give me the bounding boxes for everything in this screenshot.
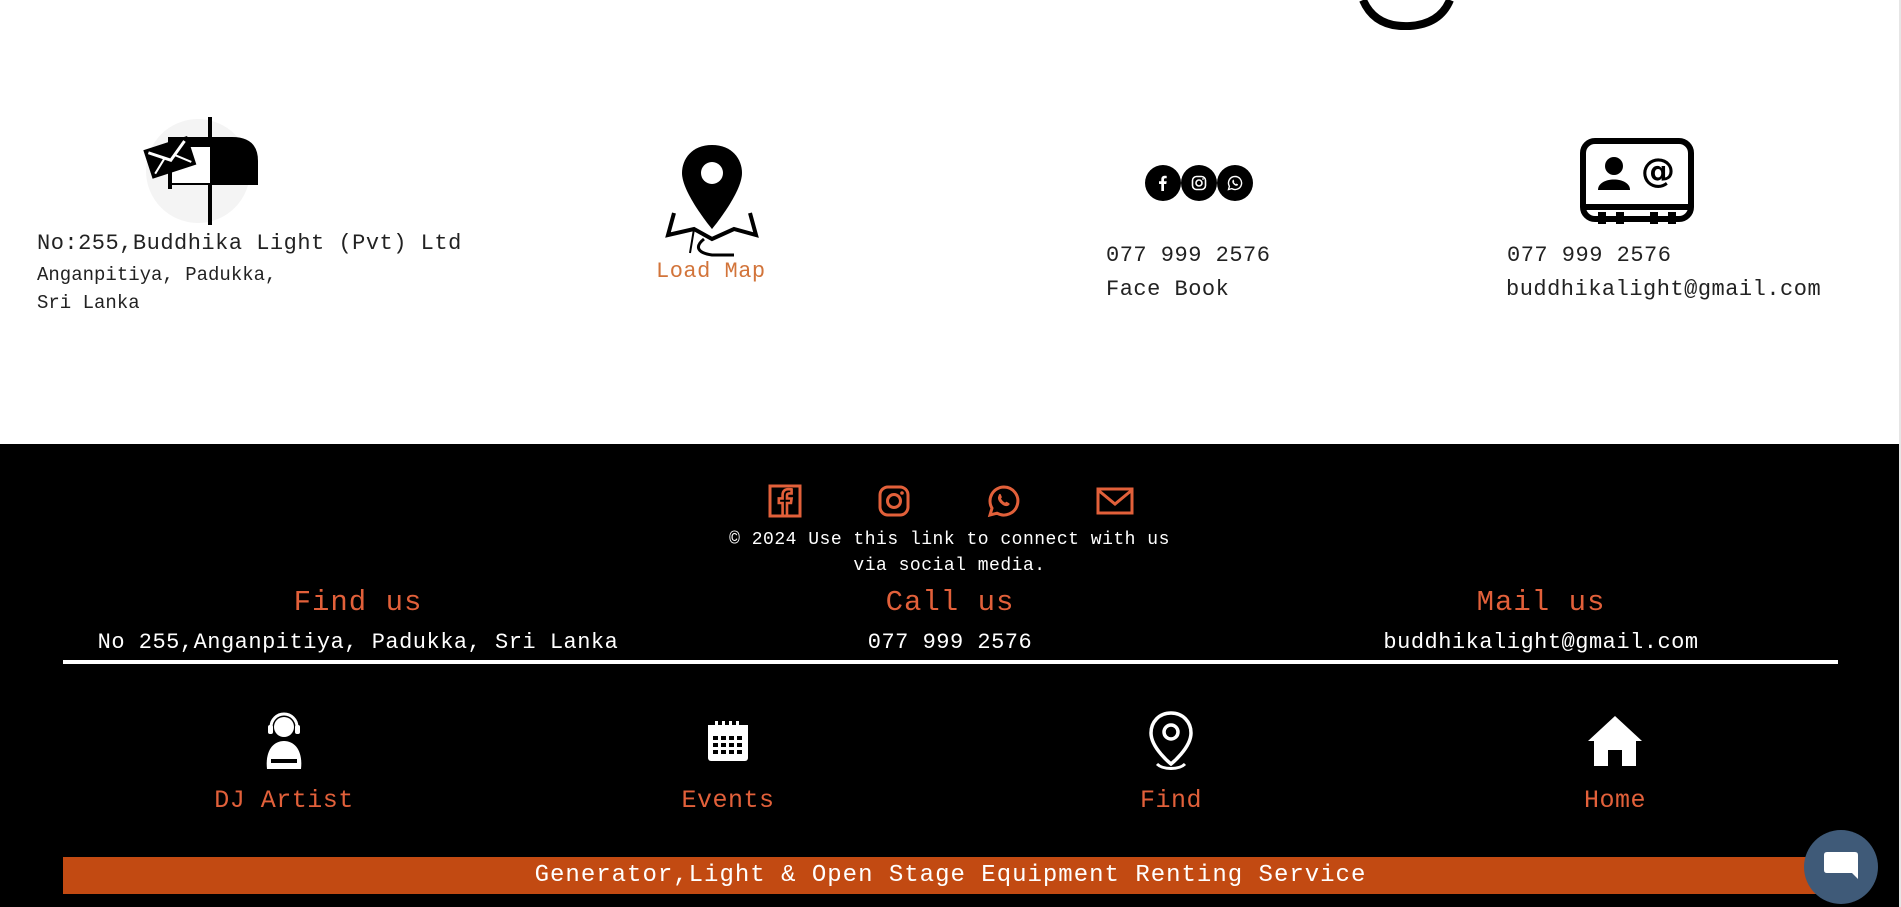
- chat-button[interactable]: [1804, 830, 1878, 904]
- call-us-phone[interactable]: 077 999 2576: [750, 630, 1150, 655]
- service-banner: Generator,Light & Open Stage Equipment R…: [63, 857, 1838, 894]
- copyright-text-line-2: via social media.: [853, 556, 1046, 576]
- whatsapp-icon[interactable]: [987, 484, 1021, 518]
- address-line-1: No:255,Buddhika Light (Pvt) Ltd: [37, 231, 462, 256]
- address-line-3: Sri Lanka: [37, 292, 140, 314]
- social-phone: 077 999 2576: [1106, 243, 1271, 268]
- partial-icon: [1359, 0, 1454, 30]
- contact-email[interactable]: buddhikalight@gmail.com: [1506, 277, 1821, 302]
- mailbox-icon: [143, 117, 258, 225]
- home-icon[interactable]: [1585, 710, 1645, 772]
- calendar-icon[interactable]: [698, 710, 758, 772]
- find-us-address: No 255,Anganpitiya, Padukka, Sri Lanka: [97, 630, 619, 655]
- nav-dj-artist[interactable]: DJ Artist: [184, 786, 384, 815]
- call-us-heading: Call us: [885, 586, 1015, 619]
- mail-us-email[interactable]: buddhikalight@gmail.com: [1291, 630, 1791, 655]
- svg-text:@: @: [1641, 151, 1675, 191]
- footer: [0, 444, 1899, 907]
- facebook-icon[interactable]: [1145, 165, 1181, 201]
- contact-card-icon: @: [1580, 138, 1694, 224]
- address-line-2: Anganpitiya, Padukka,: [37, 264, 277, 286]
- location-pin-icon[interactable]: [1141, 710, 1201, 772]
- chat-icon: [1824, 852, 1858, 879]
- nav-find[interactable]: Find: [1071, 786, 1271, 815]
- instagram-icon[interactable]: [877, 484, 911, 518]
- copyright-text-line-1: © 2024 Use this link to connect with us: [729, 530, 1170, 550]
- dj-artist-icon[interactable]: [254, 710, 314, 772]
- facebook-link[interactable]: Face Book: [1106, 277, 1229, 302]
- whatsapp-icon[interactable]: [1217, 165, 1253, 201]
- nav-home[interactable]: Home: [1515, 786, 1715, 815]
- load-map-link[interactable]: Load Map: [656, 259, 766, 284]
- nav-events[interactable]: Events: [628, 786, 828, 815]
- mail-icon[interactable]: [1096, 484, 1134, 518]
- footer-divider: [63, 660, 1838, 664]
- mail-us-heading: Mail us: [1476, 586, 1606, 619]
- facebook-icon[interactable]: [768, 484, 802, 518]
- contact-phone: 077 999 2576: [1507, 243, 1672, 268]
- instagram-icon[interactable]: [1181, 165, 1217, 201]
- find-us-heading: Find us: [293, 586, 423, 619]
- map-location-icon[interactable]: [664, 143, 760, 259]
